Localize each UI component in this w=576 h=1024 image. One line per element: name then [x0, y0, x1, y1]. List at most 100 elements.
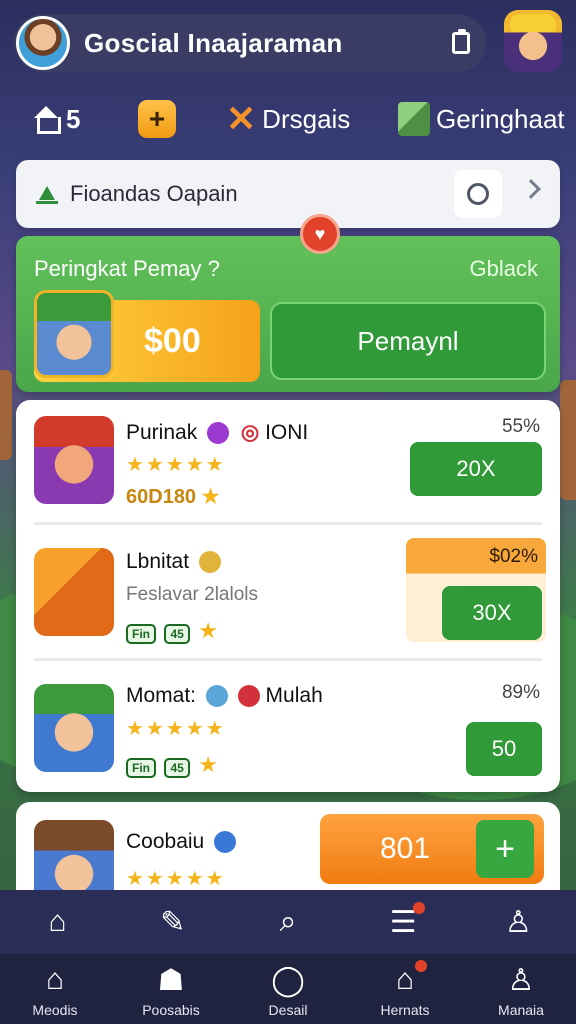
buy-button[interactable]: 50	[466, 722, 542, 776]
play-button[interactable]: Pemaynl	[270, 302, 546, 380]
bottom-nav: ⌂ Meodis ☗ Poosabis ◯ Desail ⌂ Hernats ♙…	[0, 954, 576, 1024]
record-button[interactable]	[454, 170, 502, 218]
record-icon	[237, 685, 260, 708]
copy-icon[interactable]	[452, 29, 470, 54]
circle-icon	[467, 183, 489, 205]
cube-label: Geringhaat	[436, 103, 565, 134]
tab-label: Desail	[268, 1002, 308, 1018]
hero-avatar[interactable]	[504, 10, 562, 72]
globe-icon	[205, 685, 228, 708]
cube-stat[interactable]: Geringhaat	[398, 94, 565, 144]
tab-manaia[interactable]: ♙ Manaia	[466, 954, 576, 1024]
coin-icon	[198, 551, 221, 574]
search-nav-icon[interactable]: ⌕	[270, 904, 306, 940]
game-subtitle: Feslavar 2lalols	[126, 584, 258, 605]
promo-panel: Peringkat Pemay ? Gblack $00 Pemaynl	[16, 236, 560, 392]
add-stat[interactable]: +	[138, 94, 176, 144]
game-list: Purinak ◎ IONI ★★★★★ 60D180 ★ 55% 20X Lb…	[16, 400, 560, 792]
edit-nav-icon[interactable]: ✎	[155, 904, 191, 940]
game-extra: IONI	[265, 421, 309, 444]
app-header: Goscial Inaajaraman	[14, 14, 486, 72]
tab-desail[interactable]: ◯ Desail	[233, 954, 343, 1024]
game-name: Coobaiu	[126, 830, 237, 854]
character-thumbnail	[34, 290, 114, 378]
circle-icon: ◯	[271, 963, 305, 997]
tab-label: Hernats	[380, 1002, 430, 1018]
star-icon: ★	[201, 486, 220, 508]
game-name: Momat: Mulah	[126, 684, 323, 708]
chevron-right-icon[interactable]	[521, 179, 541, 199]
chip: Fin	[126, 758, 156, 778]
verified-icon	[214, 831, 237, 854]
home-nav-icon[interactable]: ⌂	[40, 904, 76, 940]
star-rating-icon: ★★★★★	[126, 868, 226, 890]
chip: Fin	[126, 624, 156, 644]
game-percent: 55%	[501, 416, 540, 437]
game-name-text: Coobaiu	[126, 830, 205, 853]
profile-nav-icon[interactable]: ♙	[500, 904, 536, 940]
tab-label: Meodis	[32, 1002, 78, 1018]
plus-icon: +	[138, 100, 176, 138]
game-chips: Fin 45 ★	[126, 618, 218, 644]
add-icon[interactable]: +	[476, 820, 534, 878]
divider	[34, 522, 542, 525]
list-nav-icon[interactable]: ☰	[385, 902, 426, 940]
home-count: 5	[66, 103, 81, 134]
notification-dot	[413, 902, 426, 914]
game-percent: 89%	[501, 682, 540, 703]
star-icon: ★	[198, 752, 218, 777]
game-name: Purinak ◎ IONI	[126, 420, 308, 445]
game-name-text: Lbnitat	[126, 550, 190, 573]
search-bar[interactable]: Fioandas Oapain	[16, 160, 560, 228]
users-icon: ☗	[157, 963, 185, 997]
game-thumbnail	[34, 548, 114, 636]
notification-badge-icon[interactable]: ♥	[300, 214, 340, 254]
offer-price: $02%	[489, 546, 538, 567]
star-rating-icon: ★★★★★	[126, 454, 226, 476]
buy-button[interactable]: 20X	[410, 442, 542, 496]
game-thumbnail	[34, 416, 114, 504]
game-thumbnail	[34, 684, 114, 772]
buy-button[interactable]: 30X	[442, 586, 542, 640]
tab-label: Manaia	[498, 1002, 544, 1018]
chip: 45	[164, 624, 190, 644]
home-icon	[32, 106, 61, 134]
tab-label: Poosabis	[142, 1002, 200, 1018]
app-title: Goscial Inaajaraman	[84, 27, 343, 58]
promo-link[interactable]: Gblack	[470, 256, 538, 282]
promo-price: $00	[144, 322, 201, 360]
cube-icon	[398, 102, 430, 136]
notification-dot	[415, 960, 427, 972]
tools-stat[interactable]: ✕ Drsgais	[226, 94, 350, 144]
star-icon: ★	[198, 618, 218, 643]
price-text: 801	[380, 832, 431, 865]
game-extra: Mulah	[265, 684, 323, 707]
house-icon: ⌂	[387, 960, 427, 998]
profile-icon: ♙	[507, 963, 535, 997]
chip: 45	[164, 758, 190, 778]
record-icon: ◎	[240, 421, 260, 444]
stats-row: 5 + ✕ Drsgais Geringhaat	[0, 94, 576, 144]
game-score: 60D180 ★	[126, 484, 220, 509]
tools-icon: ✕	[226, 98, 257, 139]
promo-title: Peringkat Pemay ?	[34, 256, 220, 281]
tools-label: Drsgais	[262, 103, 351, 134]
tab-meodis[interactable]: ⌂ Meodis	[0, 954, 110, 1024]
game-name-text: Purinak	[126, 421, 198, 444]
divider	[34, 658, 542, 661]
game-name-text: Momat:	[126, 684, 197, 707]
game-chips: Fin 45 ★	[126, 752, 218, 778]
home-stat[interactable]: 5	[32, 94, 80, 144]
tab-hernats[interactable]: ⌂ Hernats	[350, 954, 460, 1024]
user-avatar[interactable]	[16, 16, 70, 70]
nav-icon-row: ⌂ ✎ ⌕ ☰ ♙	[0, 890, 576, 954]
game-name: Lbnitat	[126, 550, 221, 574]
price-button[interactable]: 801 +	[320, 814, 544, 884]
home-icon: ⌂	[45, 963, 65, 996]
tab-poosabis[interactable]: ☗ Poosabis	[116, 954, 226, 1024]
star-rating-icon: ★★★★★	[126, 718, 226, 740]
search-text: Fioandas Oapain	[70, 181, 238, 206]
flag-icon	[36, 184, 58, 204]
score-text: 60D180	[126, 486, 197, 508]
badge-icon	[207, 422, 230, 445]
